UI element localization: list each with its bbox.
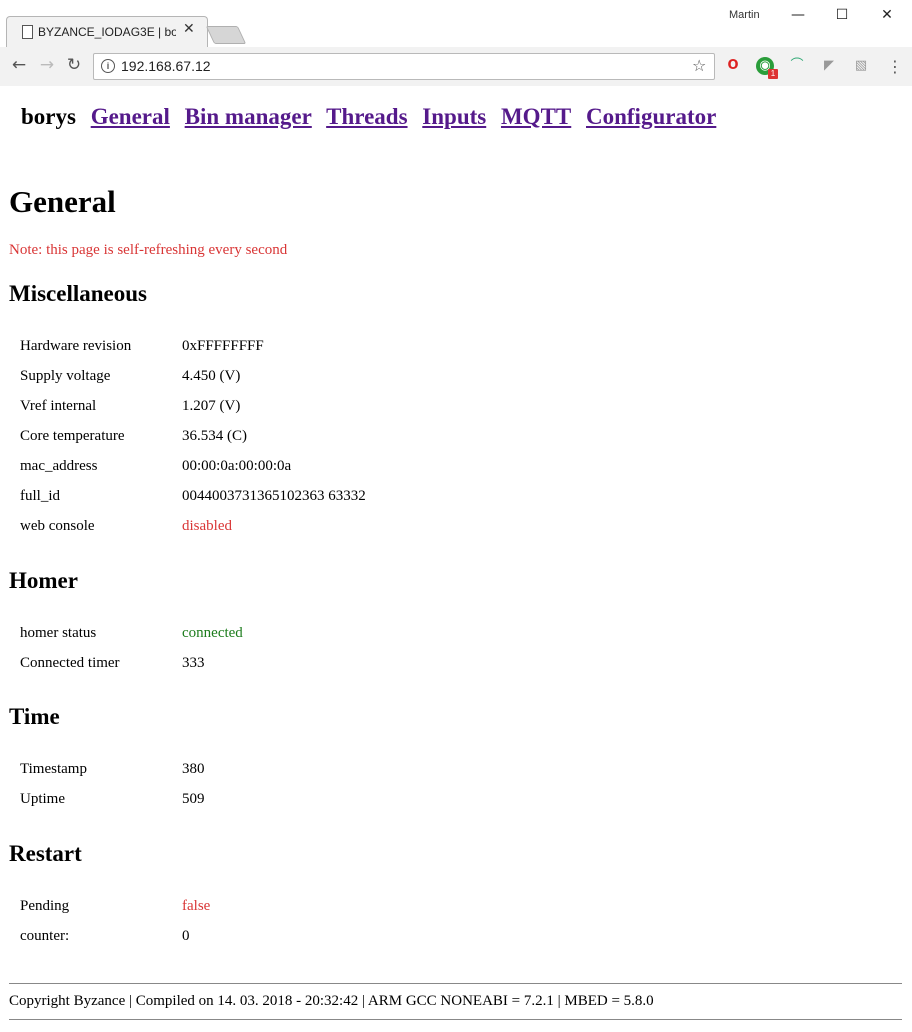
- nav-link-bin-manager[interactable]: Bin manager: [185, 104, 312, 129]
- page-icon: [22, 25, 33, 39]
- status-badge: false: [182, 898, 211, 914]
- row-value: 0xFFFFFFFF: [182, 338, 264, 354]
- row-label: homer status: [20, 625, 97, 641]
- row-label: mac_address: [20, 458, 98, 474]
- row-label: Core temperature: [20, 428, 125, 444]
- nav-link-mqtt[interactable]: MQTT: [501, 104, 571, 129]
- nav-link-configurator[interactable]: Configurator: [586, 104, 716, 129]
- footer-text: Copyright Byzance | Compiled on 14. 03. …: [9, 993, 654, 1009]
- row-value: 36.534 (C): [182, 428, 247, 444]
- row-label: Connected timer: [20, 655, 120, 671]
- user-name[interactable]: Martin: [729, 9, 760, 21]
- nav-link-inputs[interactable]: Inputs: [422, 104, 486, 129]
- status-badge: disabled: [182, 518, 232, 534]
- info-icon[interactable]: i: [101, 59, 115, 73]
- row-value: 1.207 (V): [182, 398, 241, 414]
- row-label: Timestamp: [20, 761, 87, 777]
- nav-link-threads[interactable]: Threads: [326, 104, 407, 129]
- section-title-restart: Restart: [9, 841, 82, 866]
- window-close-icon[interactable]: ✕: [865, 4, 909, 26]
- row-value: 0: [182, 928, 190, 944]
- row-label: counter:: [20, 928, 70, 944]
- back-icon[interactable]: ←: [8, 54, 30, 76]
- extension-icon[interactable]: ▧: [852, 57, 870, 75]
- extension-icon[interactable]: ◤: [820, 57, 838, 75]
- tab-title[interactable]: BYZANCE_IODAG3E | bor: [38, 25, 176, 39]
- footer-divider: [9, 983, 902, 984]
- row-value: 0044003731365102363 63332: [182, 488, 366, 504]
- row-label: full_id: [20, 488, 60, 504]
- reload-icon[interactable]: ↻: [63, 54, 85, 76]
- star-icon[interactable]: ☆: [692, 56, 706, 75]
- section-title-time: Time: [9, 704, 60, 729]
- minimize-icon[interactable]: —: [776, 4, 820, 26]
- nav-link-general[interactable]: General: [91, 104, 170, 129]
- row-label: Supply voltage: [20, 368, 111, 384]
- extension-badge: 1: [768, 69, 778, 79]
- page-title: General: [9, 184, 116, 219]
- row-label: Pending: [20, 898, 70, 914]
- extension-icon[interactable]: ⌒: [788, 57, 806, 75]
- url-text[interactable]: 192.168.67.12: [121, 58, 211, 74]
- opera-icon[interactable]: O: [724, 57, 742, 75]
- tab-close-icon[interactable]: ✕: [183, 21, 195, 37]
- row-value: 380: [182, 761, 205, 777]
- top-nav: borys General Bin manager Threads Inputs…: [21, 104, 725, 130]
- brand: borys: [21, 104, 76, 129]
- refresh-note: Note: this page is self-refreshing every…: [9, 242, 288, 258]
- status-badge: connected: [182, 625, 243, 641]
- row-label: web console: [20, 518, 95, 534]
- menu-icon[interactable]: ⋮: [887, 57, 903, 76]
- row-label: Uptime: [20, 791, 65, 807]
- row-value: 333: [182, 655, 205, 671]
- row-label: Vref internal: [20, 398, 97, 414]
- footer-divider: [9, 1019, 902, 1020]
- row-value: 509: [182, 791, 205, 807]
- section-title-homer: Homer: [9, 568, 78, 593]
- forward-icon[interactable]: →: [36, 54, 58, 76]
- row-value: 4.450 (V): [182, 368, 241, 384]
- row-value: 00:00:0a:00:00:0a: [182, 458, 292, 474]
- row-label: Hardware revision: [20, 338, 132, 354]
- maximize-icon[interactable]: ☐: [820, 4, 864, 26]
- section-title-misc: Miscellaneous: [9, 281, 147, 306]
